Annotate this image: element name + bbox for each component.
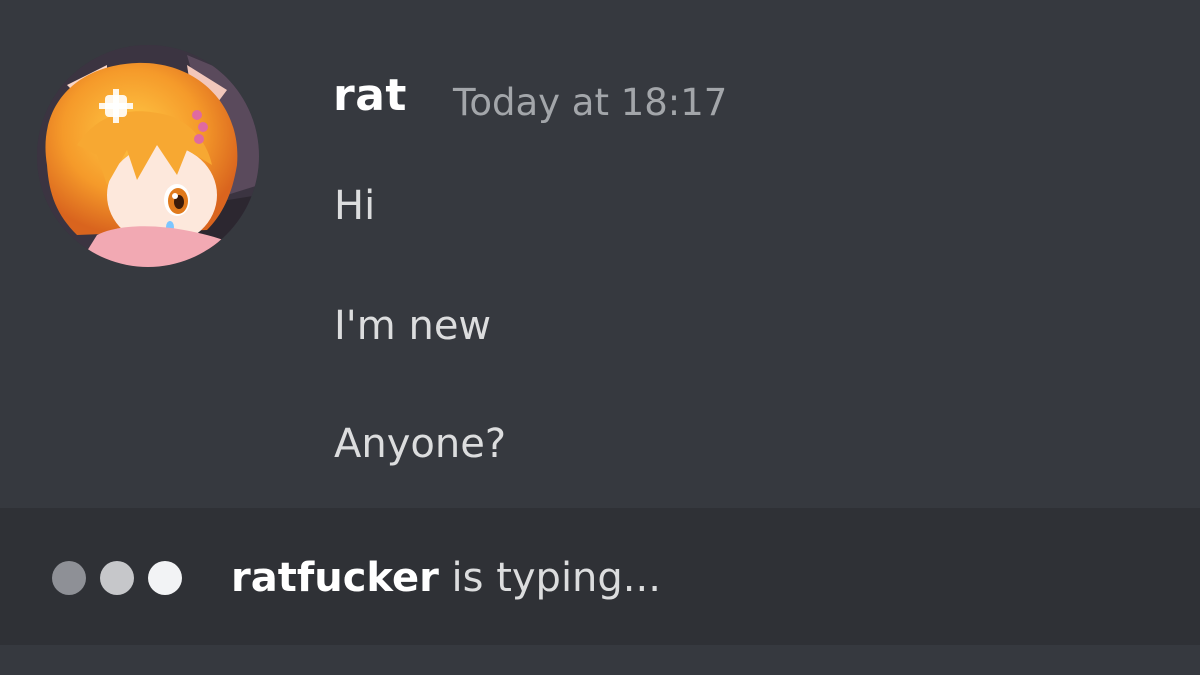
typing-dot	[100, 561, 134, 595]
chat-message-area: rat Today at 18:17 Hi I'm new Anyone?	[0, 0, 1200, 508]
message-line: Hi	[334, 183, 376, 229]
message-author[interactable]: rat	[333, 74, 407, 118]
message-timestamp[interactable]: Today at 18:17	[453, 84, 727, 121]
message-line: Anyone?	[334, 421, 507, 467]
typing-username: ratfucker	[231, 555, 439, 601]
bottom-strip	[0, 645, 1200, 675]
typing-indicator-text: ratfucker is typing...	[231, 558, 661, 598]
typing-suffix: is typing...	[438, 555, 661, 601]
typing-dot	[148, 561, 182, 595]
message-line: I'm new	[334, 303, 492, 349]
typing-dot	[52, 561, 86, 595]
anime-girl-avatar-icon	[37, 45, 259, 267]
typing-dots-icon	[52, 561, 184, 595]
user-avatar[interactable]	[37, 45, 259, 267]
